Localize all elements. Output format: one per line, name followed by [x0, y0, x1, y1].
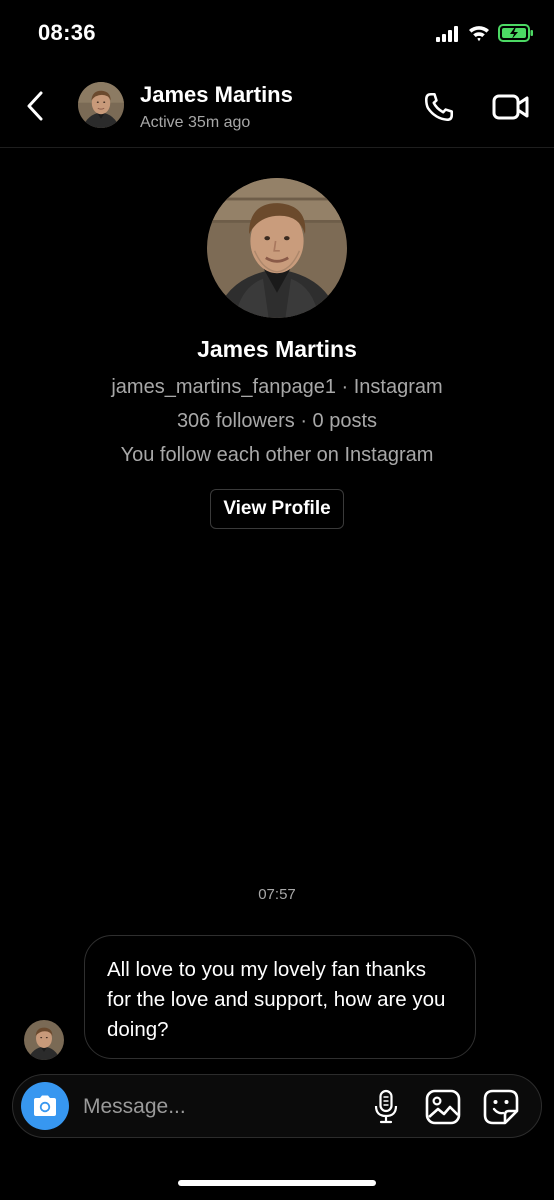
sticker-icon: [483, 1089, 519, 1125]
gallery-button[interactable]: [423, 1087, 463, 1127]
active-status: Active 35m ago: [140, 114, 251, 131]
profile-stats: 306 followers · 0 posts: [176, 410, 378, 432]
header-avatar[interactable]: [78, 82, 124, 128]
profile-handle: james_martins_fanpage1 · Instagram: [111, 376, 443, 398]
microphone-icon: [374, 1089, 398, 1124]
sticker-button[interactable]: [481, 1087, 521, 1127]
back-button[interactable]: [20, 86, 52, 126]
avatar-image: [207, 178, 347, 318]
message-input[interactable]: [83, 1087, 343, 1127]
phone-icon: [424, 92, 454, 122]
audio-call-button[interactable]: [418, 86, 460, 128]
message-timestamp: 07:57: [258, 886, 296, 903]
status-time: 08:36: [38, 20, 96, 45]
back-chevron-icon: [27, 91, 43, 121]
status-bar: 08:36: [0, 0, 554, 68]
message-sender-avatar[interactable]: [24, 1020, 64, 1060]
profile-summary: James Martins james_martins_fanpage1 · I…: [0, 178, 554, 529]
video-call-button[interactable]: [490, 86, 532, 128]
message-composer: [12, 1074, 542, 1138]
avatar-image: [78, 82, 124, 128]
camera-button[interactable]: [21, 1082, 69, 1130]
battery-icon: [498, 24, 533, 42]
voice-message-button[interactable]: [369, 1087, 403, 1127]
signal-icon: [436, 26, 458, 42]
wifi-icon: [469, 26, 489, 42]
message-bubble[interactable]: All love to you my lovely fan thanks for…: [84, 935, 476, 1059]
camera-icon: [34, 1095, 56, 1116]
home-indicator[interactable]: [178, 1180, 376, 1186]
gallery-icon: [425, 1089, 461, 1125]
avatar-image: [24, 1020, 64, 1060]
contact-name[interactable]: James Martins: [140, 82, 293, 108]
video-camera-icon: [492, 94, 529, 120]
profile-avatar[interactable]: [207, 178, 347, 318]
view-profile-button[interactable]: View Profile: [210, 489, 344, 529]
chat-header: James Martins Active 35m ago: [0, 68, 554, 148]
profile-name: James Martins: [197, 336, 357, 362]
profile-relation: You follow each other on Instagram: [120, 444, 434, 466]
